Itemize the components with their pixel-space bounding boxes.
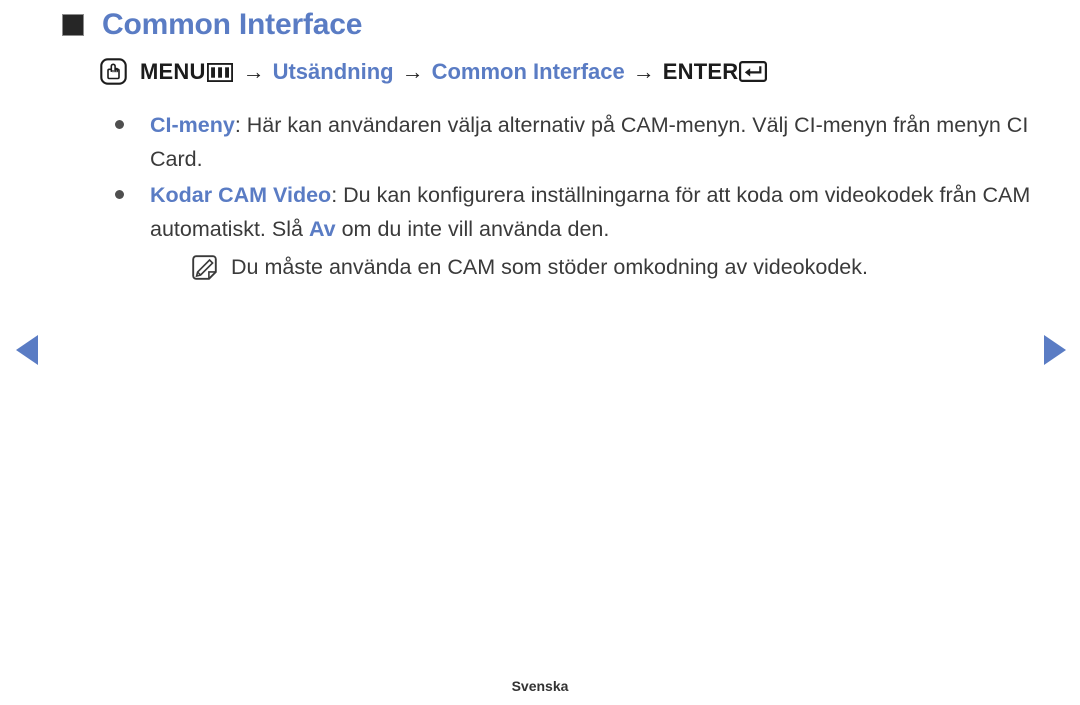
- content-body: CI-meny: Här kan användaren välja altern…: [108, 108, 1038, 286]
- note-text: Du måste använda en CAM som stöder omkod…: [231, 255, 868, 279]
- list-item: Kodar CAM Video: Du kan konfigurera inst…: [108, 178, 1038, 284]
- triangle-right-icon: [1044, 335, 1066, 365]
- bullet-dot-icon: [115, 120, 124, 129]
- path-arrow-3: →: [632, 58, 655, 84]
- bullet-text-kodar-cam-video: Kodar CAM Video: Du kan konfigurera inst…: [150, 178, 1038, 246]
- breadcrumb-segment-common-interface[interactable]: Common Interface: [432, 59, 625, 85]
- touch-hand-icon: [100, 58, 127, 85]
- triangle-left-icon: [16, 335, 38, 365]
- keyword-separator: :: [331, 183, 344, 207]
- prev-page-button[interactable]: [14, 334, 40, 366]
- keyword-separator: :: [234, 113, 247, 137]
- note-row: Du måste använda en CAM som stöder omkod…: [150, 250, 1038, 284]
- description-text-after: om du inte vill använda den.: [335, 217, 610, 241]
- bullet-text-ci-meny: CI-meny: Här kan användaren välja altern…: [150, 108, 1038, 176]
- breadcrumb-segment-broadcast[interactable]: Utsändning: [273, 59, 394, 85]
- keyword-ci-meny: CI-meny: [150, 113, 235, 137]
- page-title-row: Common Interface: [62, 10, 362, 40]
- path-arrow-2: →: [401, 58, 424, 84]
- next-page-button[interactable]: [1042, 334, 1068, 366]
- keyword-kodar-cam-video: Kodar CAM Video: [150, 183, 332, 207]
- path-arrow-1: →: [242, 58, 265, 84]
- menu-label: MENU: [140, 58, 206, 84]
- page-title: Common Interface: [102, 8, 363, 41]
- filled-square-icon: [62, 14, 84, 36]
- list-item: CI-meny: Här kan användaren välja altern…: [108, 108, 1038, 176]
- footer-language: Svenska: [511, 678, 569, 694]
- bullet-dot-icon: [115, 190, 124, 199]
- menu-grid-icon: [206, 62, 233, 83]
- enter-key-icon: [739, 61, 768, 82]
- breadcrumb: MENU → Utsändning → Common Interface → E…: [100, 58, 768, 85]
- inline-keyword-av: Av: [308, 217, 336, 241]
- note-pencil-icon: [192, 255, 217, 280]
- description-text: Här kan användaren välja alternativ på C…: [150, 113, 1029, 171]
- enter-label: ENTER: [662, 58, 739, 84]
